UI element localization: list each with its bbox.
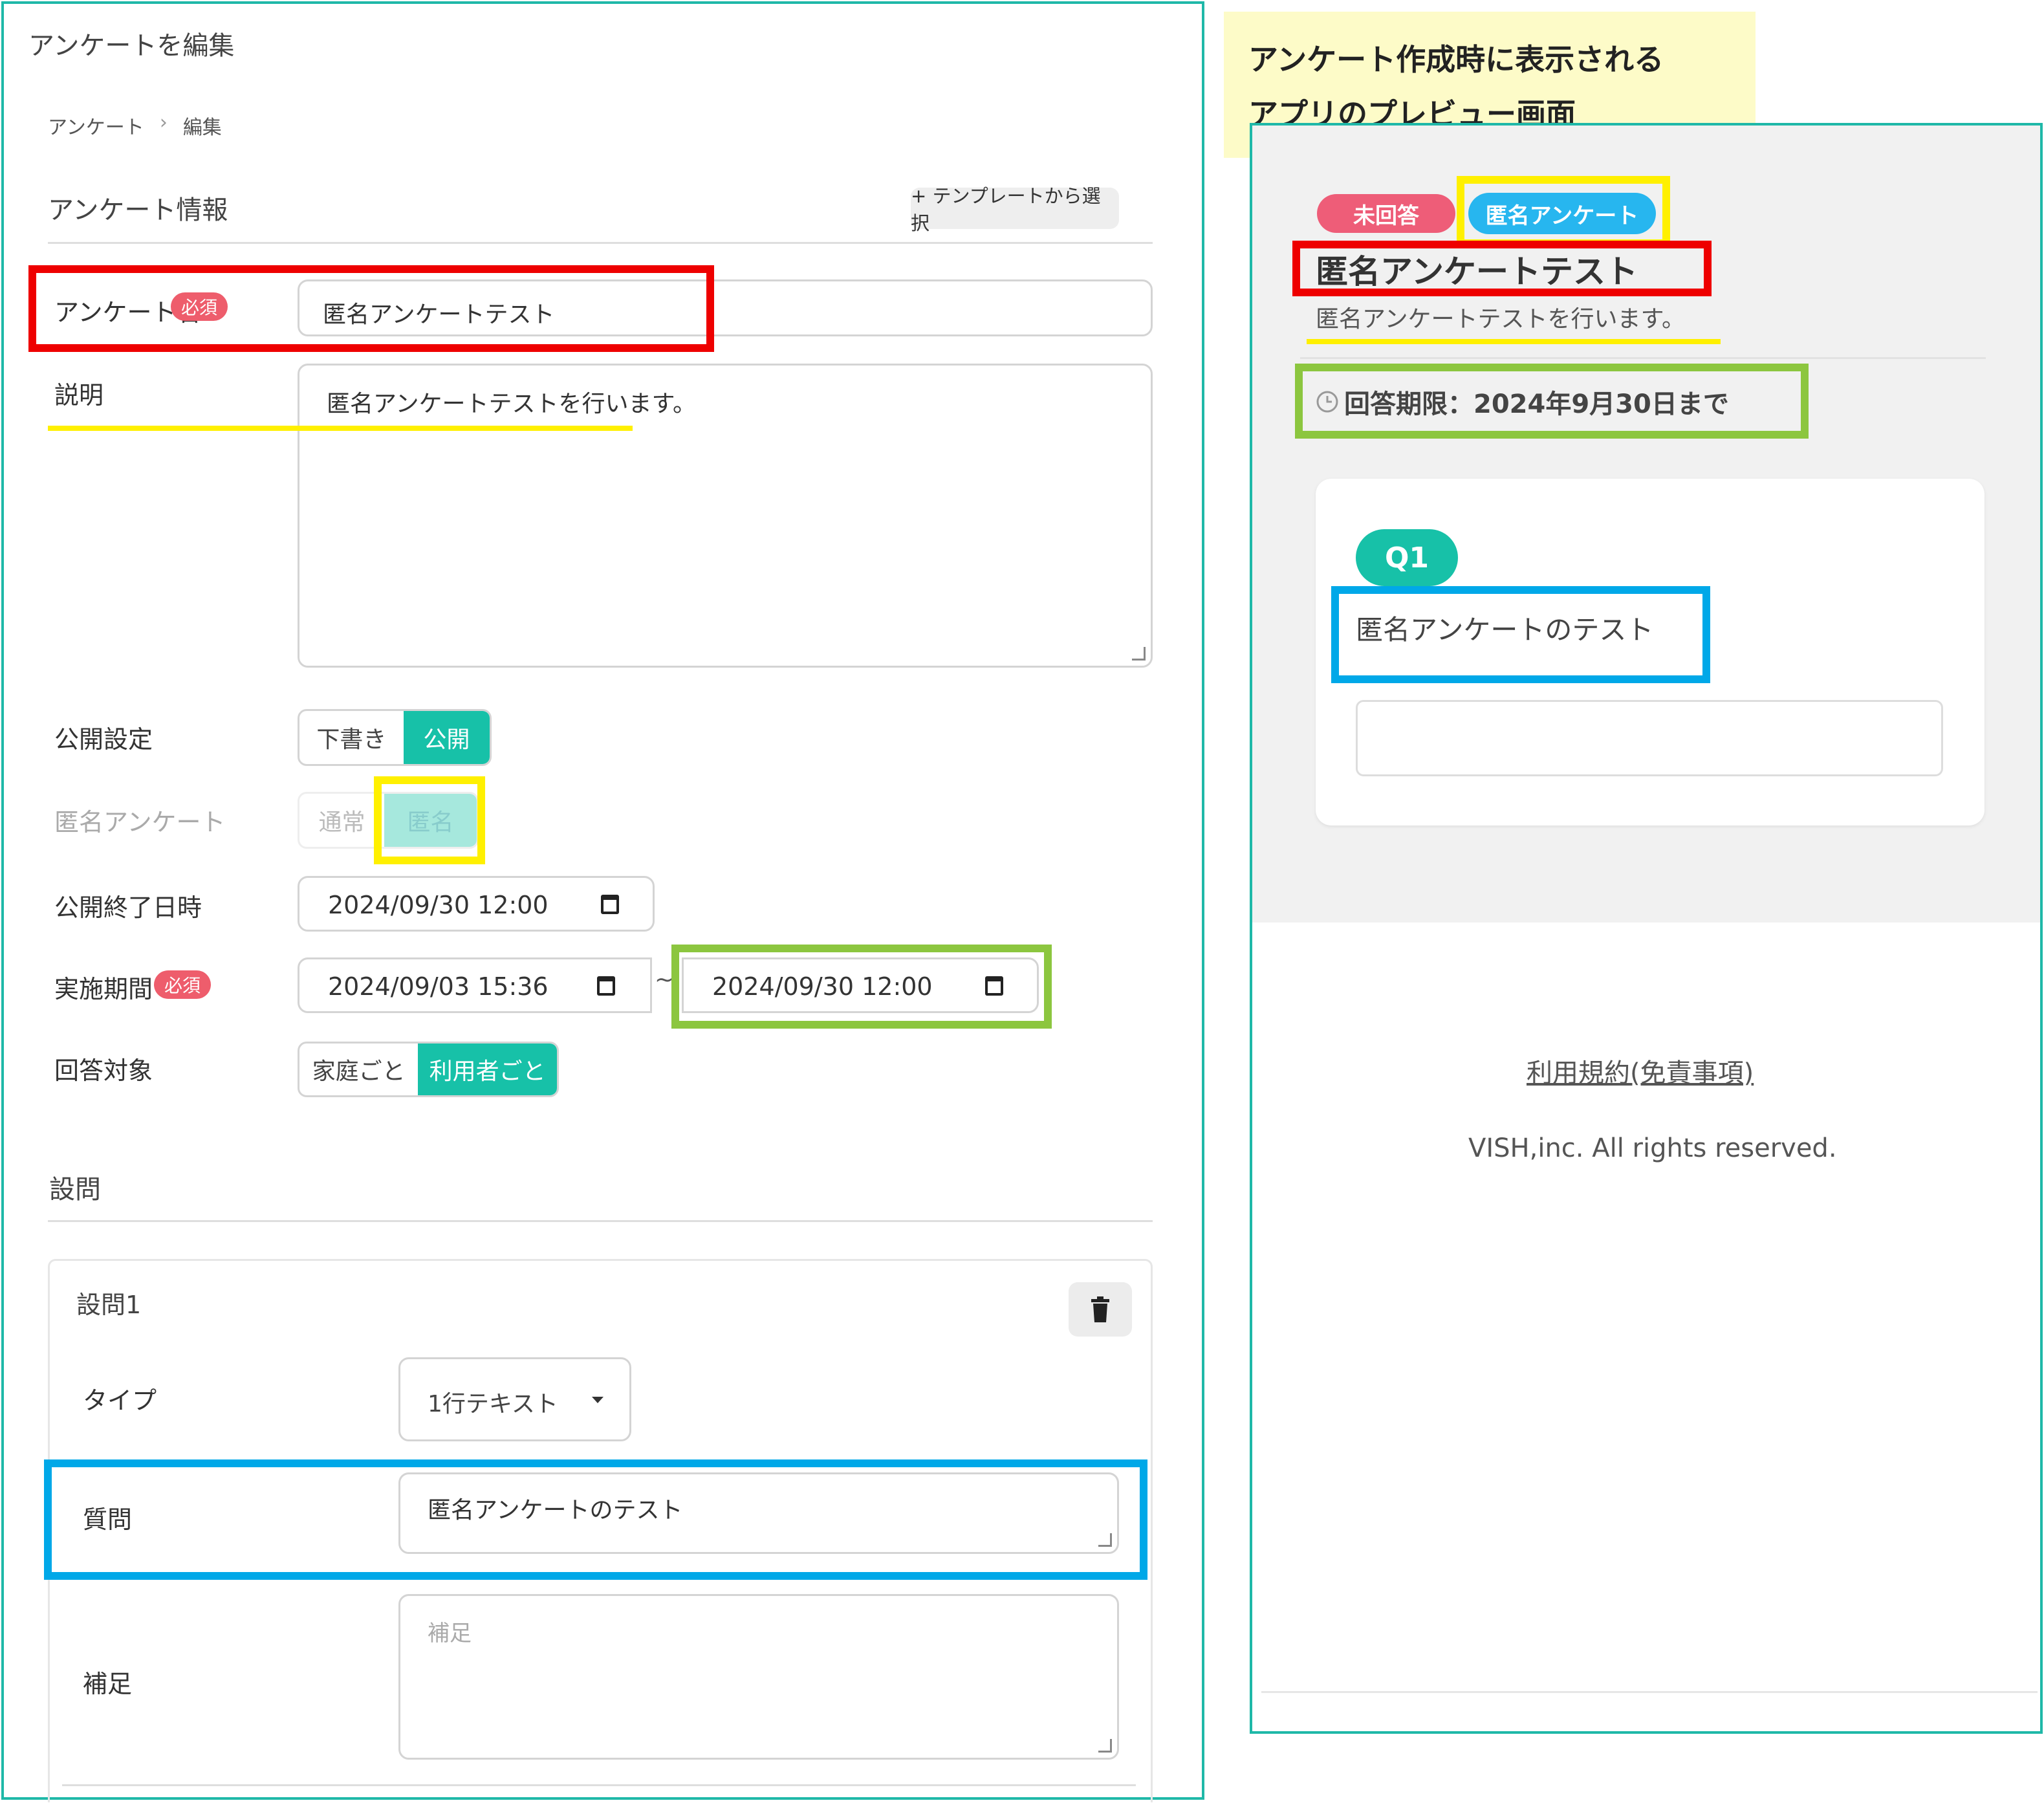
divider: [1261, 1691, 2038, 1693]
end-datetime-value: 2024/09/30 12:00: [328, 891, 549, 919]
breadcrumb-separator: ›: [159, 111, 168, 134]
chevron-down-icon: [592, 1397, 603, 1403]
question-title: 設問1: [76, 1291, 142, 1319]
divider: [1300, 357, 1986, 359]
calendar-icon[interactable]: [601, 895, 619, 914]
description-value: 匿名アンケートテストを行います。: [327, 391, 696, 417]
type-label: タイプ: [83, 1386, 157, 1415]
questions-heading: 設問: [49, 1175, 101, 1205]
note-label: 補足: [83, 1670, 133, 1698]
highlight-question-text: [44, 1459, 1147, 1580]
resize-handle[interactable]: [1132, 647, 1146, 661]
breadcrumb: アンケート › 編集: [48, 111, 222, 140]
preview-description: 匿名アンケートテストを行います。: [1316, 306, 1685, 333]
highlight-preview-description-underline: [1307, 339, 1721, 344]
delete-question-button[interactable]: [1069, 1282, 1132, 1337]
terms-link[interactable]: 利用規約(免責事項): [1527, 1052, 1754, 1089]
target-option-family[interactable]: 家庭ごと: [299, 1044, 418, 1095]
question-number-badge: Q1: [1356, 529, 1458, 586]
highlight-anonymous-option: [374, 776, 485, 864]
divider: [48, 1220, 1153, 1222]
highlight-preview-deadline: [1295, 364, 1809, 439]
highlight-period-end: [671, 945, 1052, 1029]
description-textarea[interactable]: 匿名アンケートテストを行います。: [298, 364, 1153, 668]
required-badge: 必須: [154, 970, 212, 999]
breadcrumb-parent[interactable]: アンケート: [48, 111, 144, 140]
trash-icon: [1091, 1296, 1109, 1322]
divider: [48, 242, 1153, 244]
publish-setting-label: 公開設定: [54, 725, 153, 754]
publish-option-draft[interactable]: 下書き: [299, 711, 404, 764]
note-placeholder: 補足: [428, 1621, 472, 1646]
survey-info-heading: アンケート情報: [48, 195, 228, 225]
calendar-icon[interactable]: [597, 976, 615, 996]
resize-handle[interactable]: [1098, 1739, 1112, 1753]
description-label: 説明: [54, 381, 104, 410]
divider: [62, 1784, 1136, 1786]
preview-answer-input[interactable]: [1356, 700, 1943, 776]
end-datetime-input[interactable]: 2024/09/30 12:00: [298, 876, 655, 932]
type-select[interactable]: 1行テキスト: [398, 1357, 631, 1441]
end-datetime-label: 公開終了日時: [54, 893, 202, 922]
highlight-survey-name: [28, 265, 714, 352]
note-textarea[interactable]: 補足: [398, 1594, 1119, 1760]
highlight-preview-title: [1292, 241, 1712, 296]
target-option-user[interactable]: 利用者ごと: [418, 1044, 557, 1095]
annotation-line-1: アンケート作成時に表示される: [1248, 42, 1664, 77]
breadcrumb-current: 編集: [182, 116, 222, 139]
anonymous-option-normal[interactable]: 通常: [299, 794, 384, 847]
publish-option-public[interactable]: 公開: [403, 711, 490, 764]
highlight-preview-question: [1331, 586, 1710, 683]
period-label: 実施期間: [54, 975, 153, 1003]
period-start-value: 2024/09/03 15:36: [328, 972, 549, 1001]
period-start-input[interactable]: 2024/09/03 15:36: [298, 957, 652, 1013]
copyright-text: VISH,inc. All rights reserved.: [1468, 1133, 1837, 1163]
publish-setting-toggle: 下書き 公開: [298, 709, 492, 766]
template-select-button[interactable]: + テンプレートから選択: [911, 185, 1119, 234]
type-value: 1行テキスト: [428, 1391, 558, 1417]
target-label: 回答対象: [54, 1056, 153, 1085]
target-toggle: 家庭ごと 利用者ごと: [298, 1042, 559, 1097]
anonymous-label: 匿名アンケート: [54, 808, 226, 836]
unanswered-badge: 未回答: [1317, 194, 1455, 233]
page-title: アンケートを編集: [28, 31, 235, 61]
highlight-description-underline: [48, 426, 633, 431]
highlight-anonymous-badge: [1457, 176, 1670, 247]
